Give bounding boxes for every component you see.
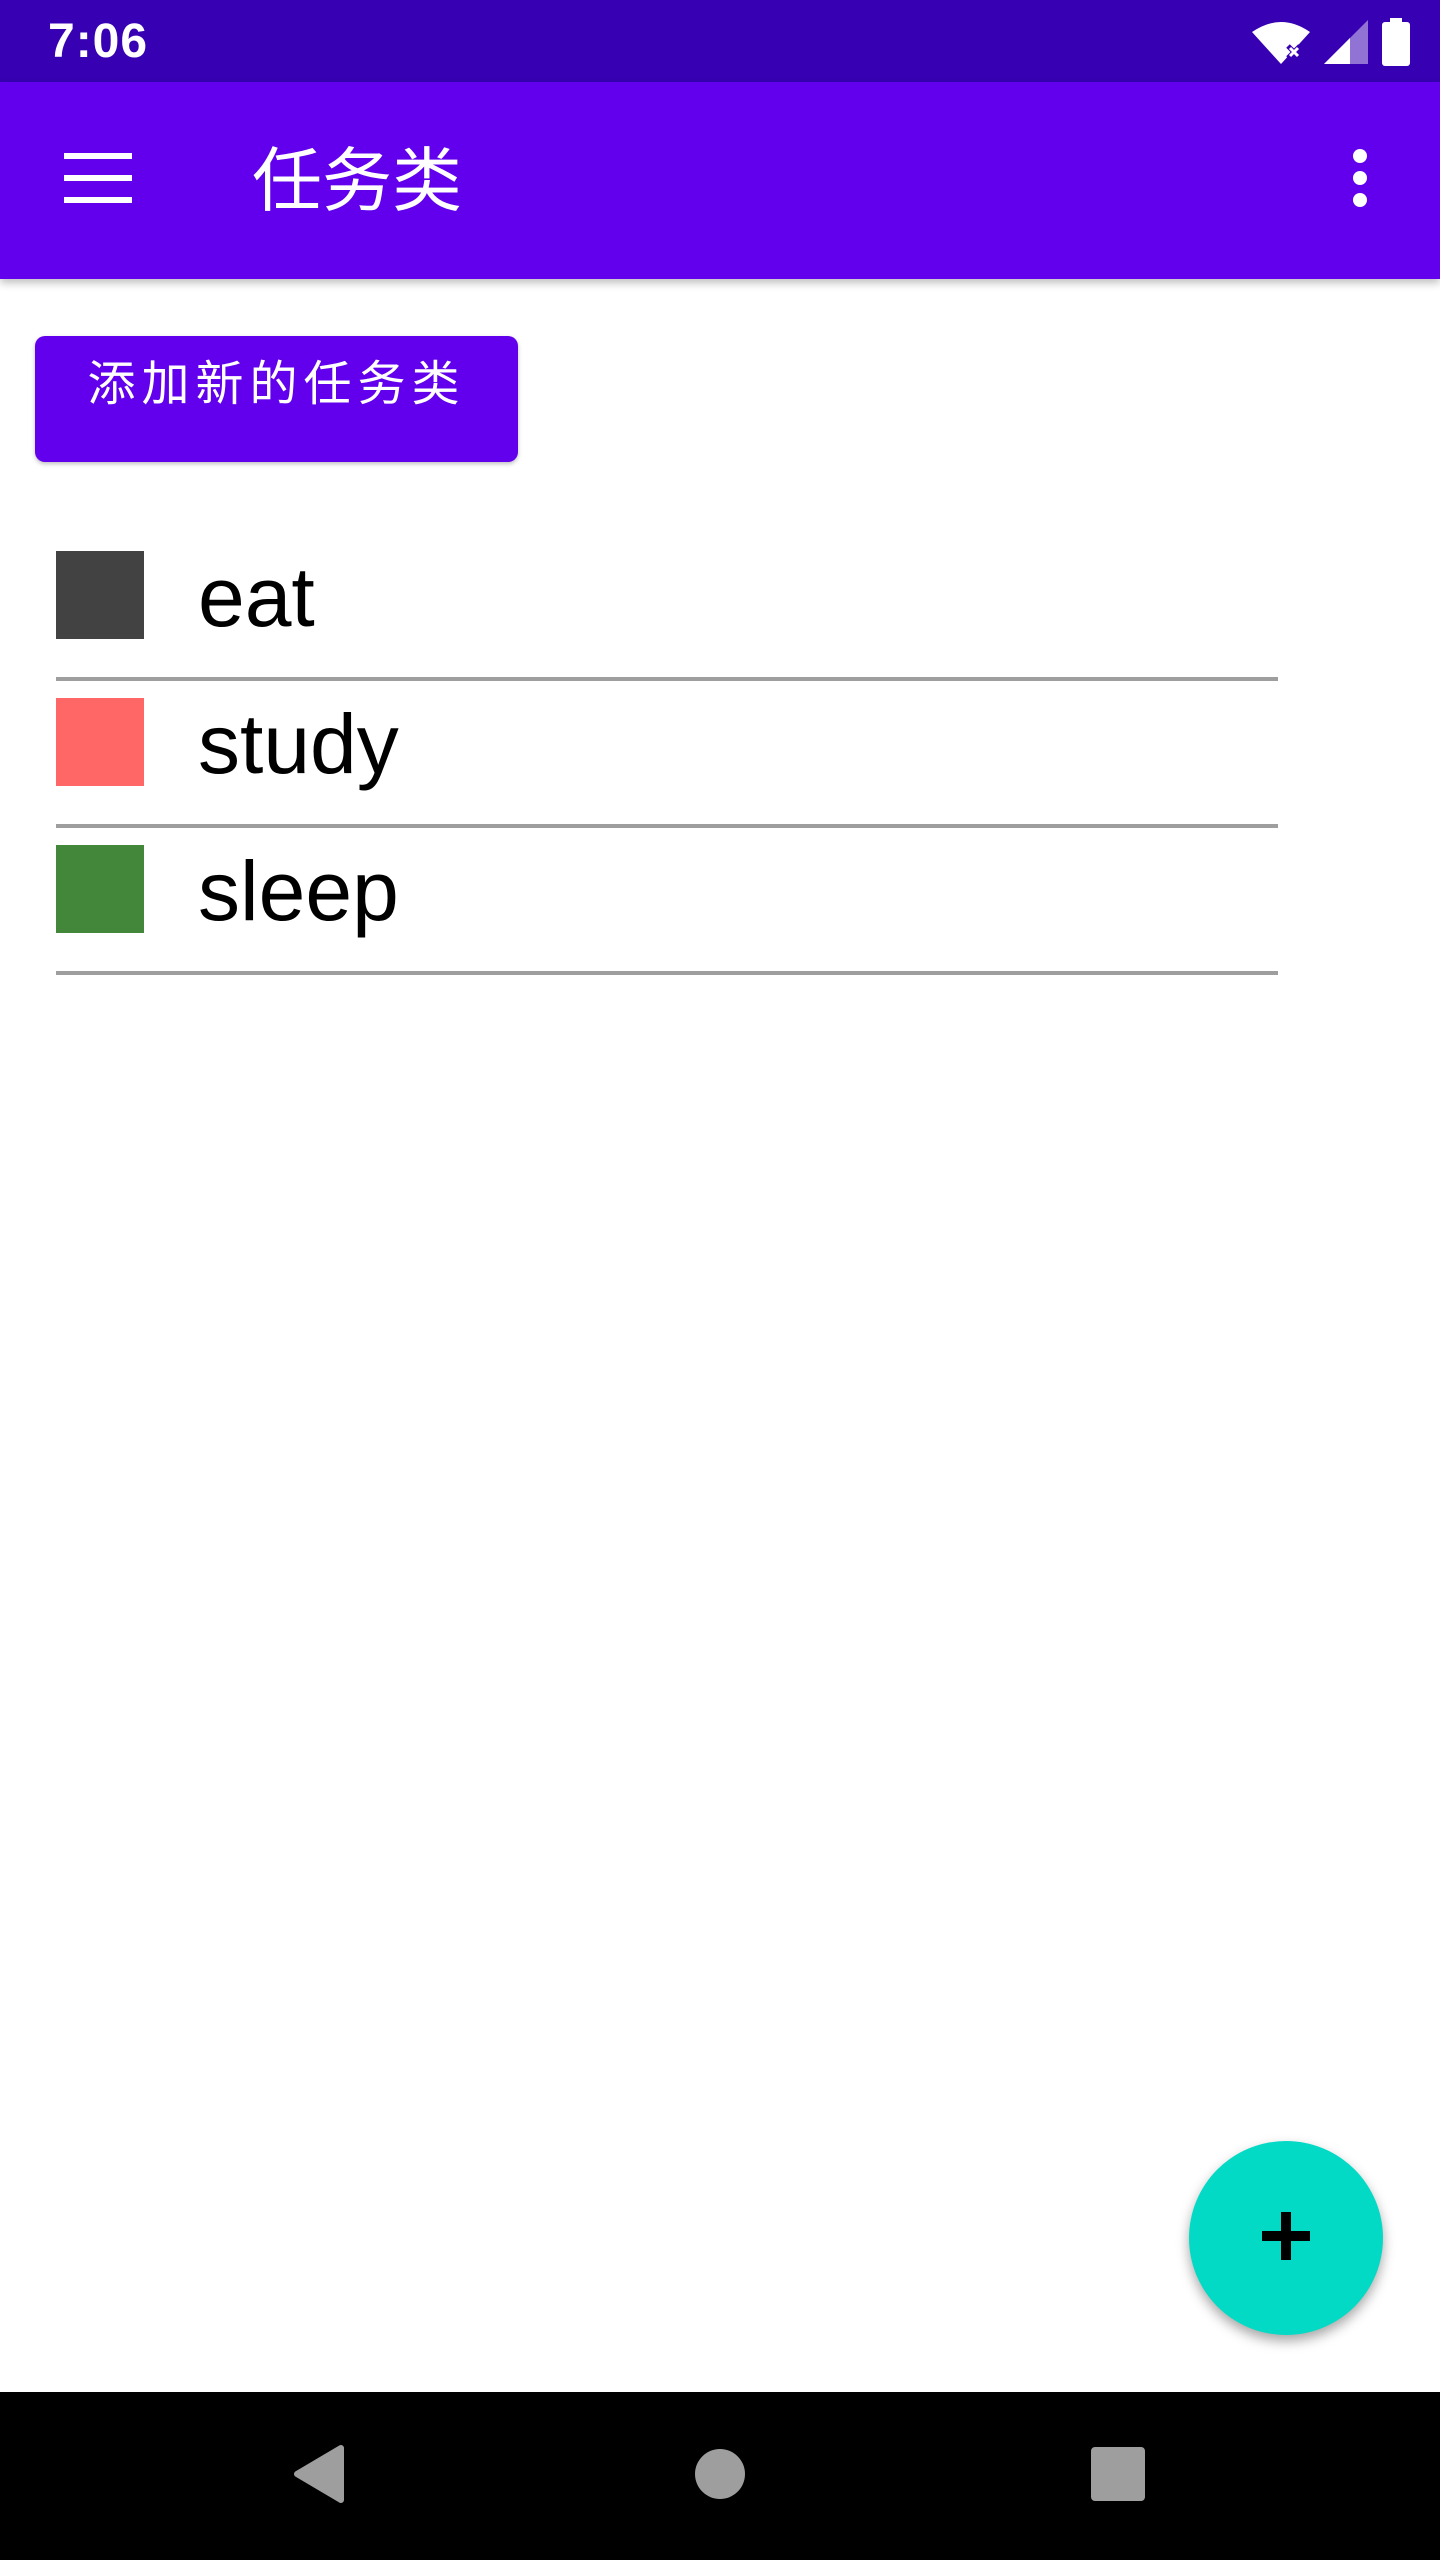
category-name: eat (198, 550, 315, 644)
more-vert-icon (1352, 148, 1368, 212)
recents-icon (1091, 2447, 1145, 2505)
home-button[interactable] (670, 2426, 770, 2526)
menu-icon (64, 153, 132, 207)
back-button[interactable] (268, 2426, 368, 2526)
recents-button[interactable] (1068, 2426, 1168, 2526)
category-item-study[interactable]: study (56, 681, 1278, 828)
add-fab-button[interactable] (1189, 2141, 1383, 2335)
page-title: 任务类 (252, 140, 462, 222)
status-icons (1252, 14, 1410, 70)
menu-button[interactable] (50, 140, 146, 220)
app-bar: 任务类 (0, 82, 1440, 279)
wifi-icon (1252, 20, 1310, 64)
category-list: eat study sleep (56, 534, 1278, 975)
system-nav-bar (0, 2392, 1440, 2560)
category-item-eat[interactable]: eat (56, 534, 1278, 681)
add-category-button[interactable]: 添加新的任务类 (35, 336, 518, 462)
category-color-swatch (56, 845, 144, 933)
status-bar: 7:06 (0, 0, 1440, 82)
signal-icon (1324, 20, 1368, 64)
home-icon (694, 2448, 746, 2504)
category-item-sleep[interactable]: sleep (56, 828, 1278, 975)
battery-icon (1382, 18, 1410, 66)
category-name: sleep (198, 844, 399, 938)
status-time: 7:06 (48, 15, 149, 68)
back-icon (291, 2444, 345, 2508)
plus-icon (1262, 2212, 1310, 2264)
category-color-swatch (56, 551, 144, 639)
category-color-swatch (56, 698, 144, 786)
overflow-menu-button[interactable] (1320, 132, 1400, 228)
category-name: study (198, 697, 399, 791)
